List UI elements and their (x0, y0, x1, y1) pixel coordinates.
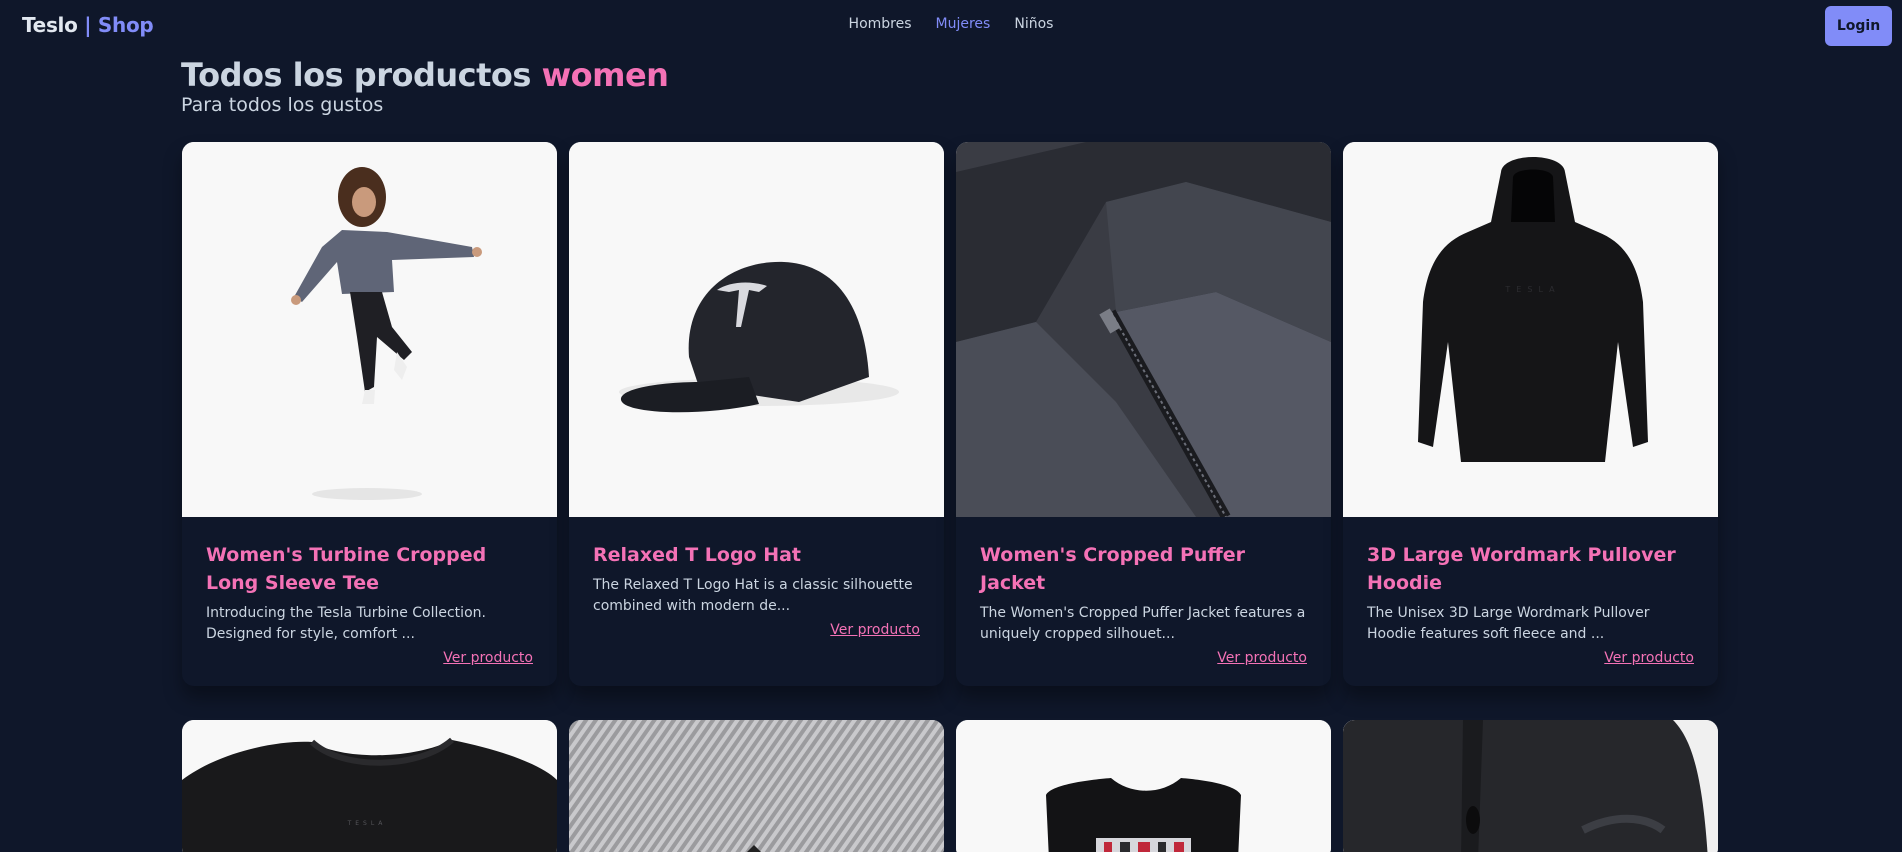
graphic-tee-illustration (956, 720, 1331, 852)
product-card: TESLA 3D Large Wordmark Pullover Hoodie … (1343, 142, 1718, 686)
view-product-link[interactable]: Ver producto (980, 650, 1307, 666)
nav-link-hombres[interactable]: Hombres (849, 16, 912, 32)
view-product-link[interactable]: Ver producto (1367, 650, 1694, 666)
product-description: Introducing the Tesla Turbine Collection… (206, 605, 486, 642)
product-card (569, 720, 944, 852)
dark-jacket-illustration (1343, 720, 1718, 852)
page-title-prefix: Todos los productos (181, 56, 531, 94)
product-card: Relaxed T Logo Hat The Relaxed T Logo Ha… (569, 142, 944, 686)
svg-text:TESLA: TESLA (347, 820, 387, 827)
product-card (1343, 720, 1718, 852)
product-name[interactable]: Relaxed T Logo Hat (593, 541, 920, 569)
hat-illustration (569, 142, 944, 517)
product-grid: Women's Turbine Cropped Long Sleeve Tee … (182, 142, 1718, 852)
product-card: Women's Cropped Puffer Jacket The Women'… (956, 142, 1331, 686)
product-name[interactable]: Women's Turbine Cropped Long Sleeve Tee (206, 541, 533, 597)
product-image[interactable] (1343, 720, 1718, 852)
nav-link-ninos[interactable]: Niños (1014, 16, 1053, 32)
product-name[interactable]: Women's Cropped Puffer Jacket (980, 541, 1307, 597)
product-image[interactable]: TESLA (182, 720, 557, 852)
product-image[interactable] (569, 142, 944, 517)
product-description: The Unisex 3D Large Wordmark Pullover Ho… (1367, 605, 1650, 642)
page-subtitle: Para todos los gustos (181, 94, 384, 116)
page-title-accent: women (541, 56, 669, 94)
hoodie-illustration: TESLA (1343, 142, 1718, 517)
product-card: Women's Turbine Cropped Long Sleeve Tee … (182, 142, 557, 686)
product-description: The Women's Cropped Puffer Jacket featur… (980, 605, 1306, 642)
product-image[interactable] (956, 142, 1331, 517)
puffer-jacket-illustration (956, 142, 1331, 517)
product-card (956, 720, 1331, 852)
product-image[interactable] (956, 720, 1331, 852)
product-card: TESLA (182, 720, 557, 852)
black-tee-illustration: TESLA (182, 720, 557, 852)
knit-beanie-illustration (569, 720, 944, 852)
product-image[interactable] (182, 142, 557, 517)
view-product-link[interactable]: Ver producto (593, 622, 920, 638)
view-product-link[interactable]: Ver producto (206, 650, 533, 666)
product-description: The Relaxed T Logo Hat is a classic silh… (593, 577, 913, 614)
woman-tee-illustration (182, 142, 557, 517)
page-header: Todos los productos women Para todos los… (181, 56, 669, 116)
nav-link-mujeres[interactable]: Mujeres (936, 16, 991, 32)
top-navbar: Teslo | Shop Hombres Mujeres Niños Login (0, 0, 1902, 50)
page-title: Todos los productos women (181, 56, 669, 94)
product-image[interactable] (569, 720, 944, 852)
product-image[interactable]: TESLA (1343, 142, 1718, 517)
category-nav: Hombres Mujeres Niños (0, 16, 1902, 32)
product-name[interactable]: 3D Large Wordmark Pullover Hoodie (1367, 541, 1694, 597)
svg-text:TESLA: TESLA (1504, 285, 1560, 294)
login-button[interactable]: Login (1825, 6, 1892, 46)
